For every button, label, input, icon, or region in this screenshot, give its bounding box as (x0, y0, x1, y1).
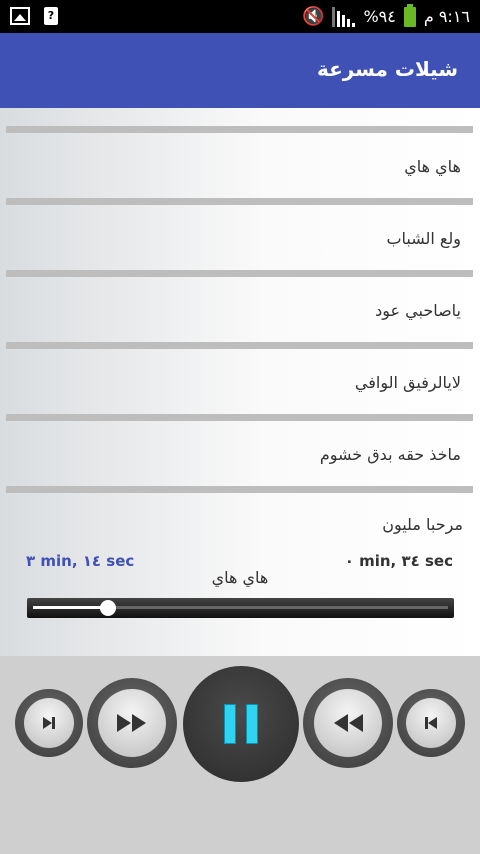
skip-previous-icon (425, 717, 437, 729)
track-title: هاي هاي (404, 157, 461, 176)
now-playing-title: هاي هاي (211, 568, 269, 587)
divider (6, 342, 473, 349)
list-item[interactable]: ياصاحبي عود (6, 277, 473, 342)
player-controls (0, 656, 480, 854)
image-icon (10, 7, 30, 25)
status-bar: ? ٩:١٦ م ٩٤% 🔇 (0, 0, 480, 33)
list-item[interactable]: ماخذ حقه بدق خشوم (6, 421, 473, 486)
playlist: هاي هاي ولع الشباب ياصاحبي عود لايالرفيق… (6, 126, 473, 493)
mute-icon: 🔇 (302, 6, 325, 27)
battery-percent: ٩٤% (363, 7, 396, 26)
fast-forward-button[interactable] (87, 678, 177, 768)
divider (6, 486, 473, 493)
list-item[interactable]: لايالرفيق الوافي (6, 349, 473, 414)
app-title: شيلات مسرعة (316, 57, 458, 81)
seek-thumb[interactable] (100, 600, 116, 616)
divider (6, 414, 473, 421)
divider (6, 270, 473, 277)
divider (6, 198, 473, 205)
track-title: ولع الشباب (386, 229, 461, 248)
clock: ٩:١٦ م (423, 7, 470, 26)
seek-bar[interactable] (27, 598, 454, 618)
skip-previous-button[interactable] (397, 689, 465, 757)
pause-icon (224, 704, 258, 744)
main-content: هاي هاي ولع الشباب ياصاحبي عود لايالرفيق… (0, 108, 480, 656)
app-bar: شيلات مسرعة (0, 33, 480, 108)
track-title: ياصاحبي عود (375, 301, 461, 320)
pause-button[interactable] (183, 666, 299, 782)
battery-icon (403, 3, 416, 27)
notification-icon: ? (44, 7, 58, 25)
skip-next-button[interactable] (15, 689, 83, 757)
rewind-button[interactable] (303, 678, 393, 768)
signal-icon (332, 6, 356, 27)
track-title: لايالرفيق الوافي (354, 373, 461, 392)
list-item-last[interactable]: مرحبا مليون (382, 515, 463, 534)
list-item[interactable]: ولع الشباب (6, 205, 473, 270)
track-title: ماخذ حقه بدق خشوم (319, 445, 461, 464)
seek-progress (33, 606, 108, 609)
rewind-icon (334, 714, 363, 732)
fast-forward-icon (117, 714, 146, 732)
skip-next-icon (43, 717, 55, 729)
divider (6, 126, 473, 133)
list-item[interactable]: هاي هاي (6, 133, 473, 198)
